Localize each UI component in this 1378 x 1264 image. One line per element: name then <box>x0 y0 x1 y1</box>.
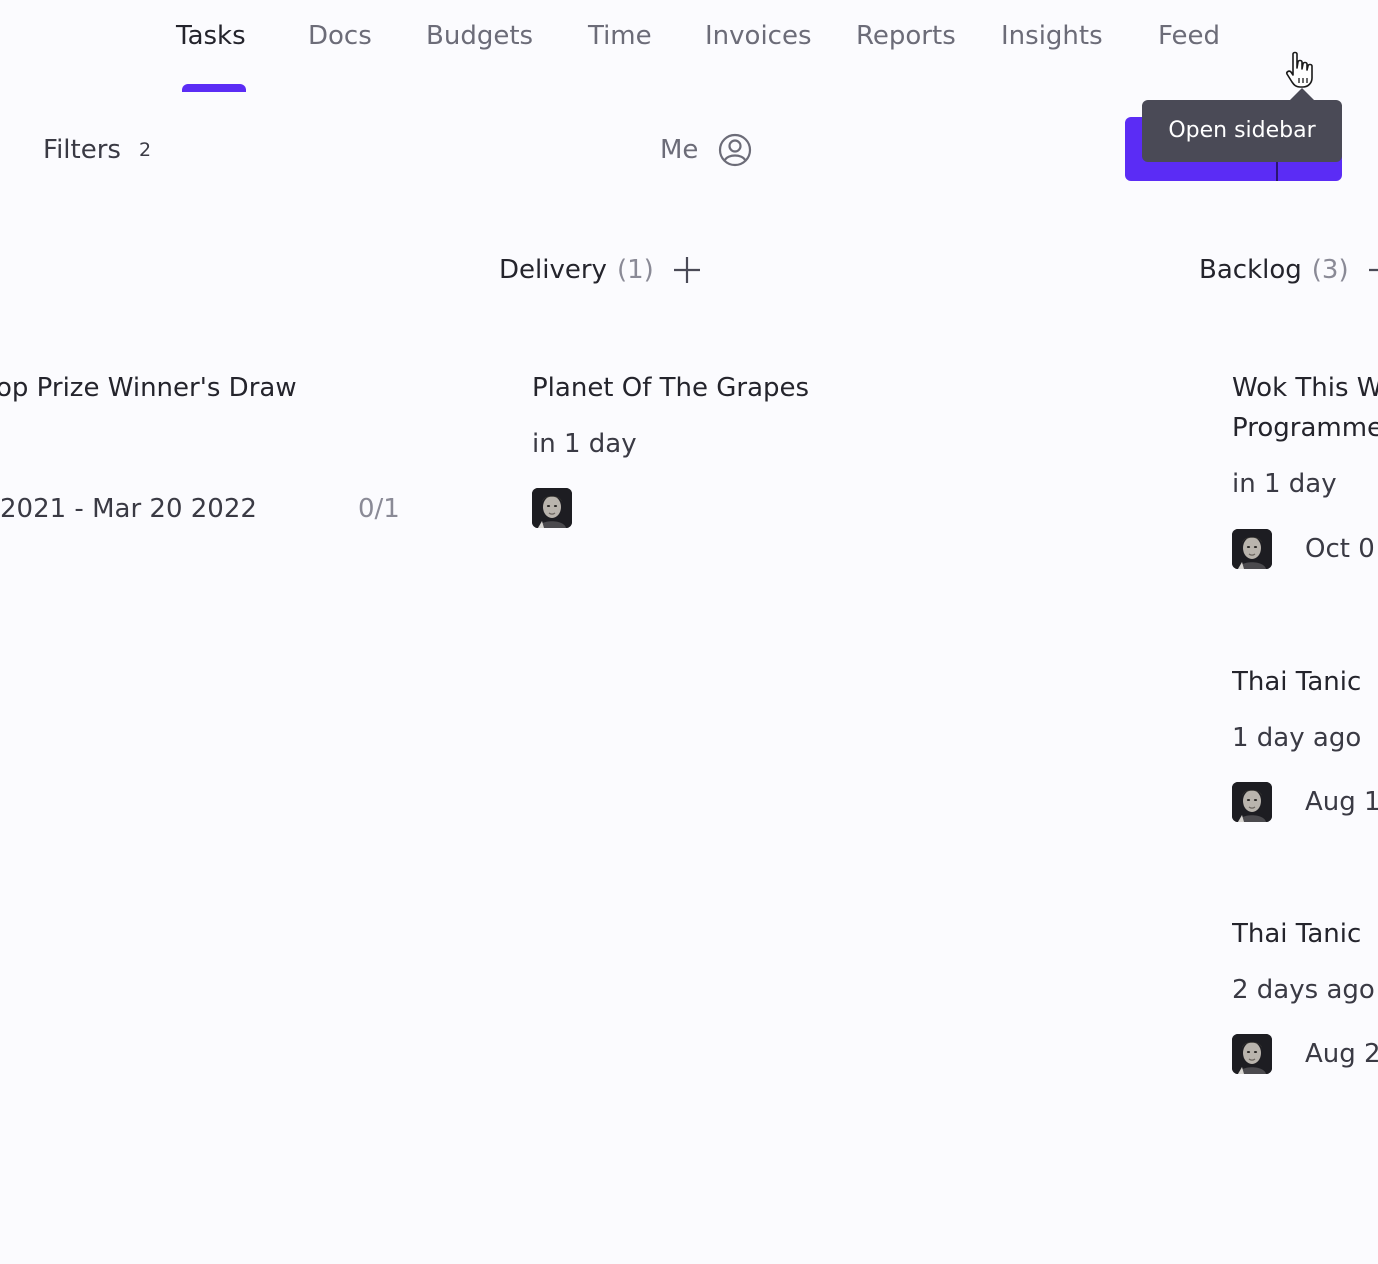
column-title: Delivery <box>499 255 607 285</box>
avatar-portrait-icon <box>1232 529 1272 569</box>
task-card-due: 2 days ago <box>1232 975 1375 1005</box>
filters-label: Filters <box>43 135 121 165</box>
filters-button[interactable]: Filters 2 <box>43 132 151 168</box>
task-card-title-continued[interactable]: Programme <box>1232 408 1378 448</box>
column-count: (1) <box>616 255 654 285</box>
task-card-subtask-progress: 0/1 <box>358 494 400 524</box>
column-count: (3) <box>1311 255 1349 285</box>
me-label: Me <box>660 135 699 165</box>
filters-count-badge: 2 <box>138 139 152 161</box>
tab-invoices[interactable]: Invoices <box>705 18 812 54</box>
me-filter-toggle[interactable]: Me <box>660 130 752 170</box>
task-card-date: Aug 1 <box>1305 787 1378 817</box>
assignee-avatar[interactable] <box>1232 1034 1272 1074</box>
user-circle-icon <box>719 133 752 167</box>
task-card-title[interactable]: Wok This W <box>1232 368 1378 408</box>
avatar-portrait-icon <box>1232 1034 1272 1074</box>
tab-docs[interactable]: Docs <box>308 18 372 54</box>
task-card-due: 1 day ago <box>1232 723 1362 753</box>
column-header-delivery: Delivery (1) <box>499 252 702 288</box>
task-card-date: Aug 2 <box>1305 1039 1378 1069</box>
task-card-date: Oct 0 <box>1305 534 1375 564</box>
task-card-due: in 1 day <box>532 429 637 459</box>
tab-feed[interactable]: Feed <box>1158 18 1220 54</box>
task-card-due: in 1 day <box>1232 469 1337 499</box>
assignee-avatar[interactable] <box>1232 782 1272 822</box>
assignee-avatar[interactable] <box>1232 529 1272 569</box>
tab-tasks[interactable]: Tasks <box>176 18 246 54</box>
assignee-avatar[interactable] <box>532 488 572 528</box>
tab-time[interactable]: Time <box>588 18 652 54</box>
top-navigation: Tasks Docs Budgets Time Invoices Reports… <box>0 0 1378 92</box>
tab-budgets[interactable]: Budgets <box>426 18 533 54</box>
active-tab-indicator <box>182 84 246 92</box>
avatar-portrait-icon <box>532 488 572 528</box>
tab-insights[interactable]: Insights <box>1001 18 1103 54</box>
column-title: Backlog <box>1199 255 1302 285</box>
task-card-title[interactable]: op Prize Winner's Draw <box>0 368 297 408</box>
column-header-backlog: Backlog (3) <box>1199 252 1378 288</box>
open-sidebar-tooltip: Open sidebar <box>1142 100 1342 162</box>
avatar-portrait-icon <box>1232 782 1272 822</box>
backlog-column-clip: Wok This W Programme in 1 day Oct 0 Thai… <box>1232 360 1378 1120</box>
task-card-title[interactable]: Planet Of The Grapes <box>532 368 809 408</box>
hand-cursor-icon <box>1286 51 1313 88</box>
tab-reports[interactable]: Reports <box>856 18 956 54</box>
task-card-date-range: 2021 - Mar 20 2022 <box>0 494 257 524</box>
task-card-title[interactable]: Thai Tanic <box>1232 662 1361 702</box>
add-task-plus-icon[interactable] <box>1367 255 1378 285</box>
column-header-backlog-clip: Backlog (3) <box>1190 252 1378 292</box>
add-task-plus-icon[interactable] <box>672 255 702 285</box>
task-card-title[interactable]: Thai Tanic <box>1232 914 1361 954</box>
